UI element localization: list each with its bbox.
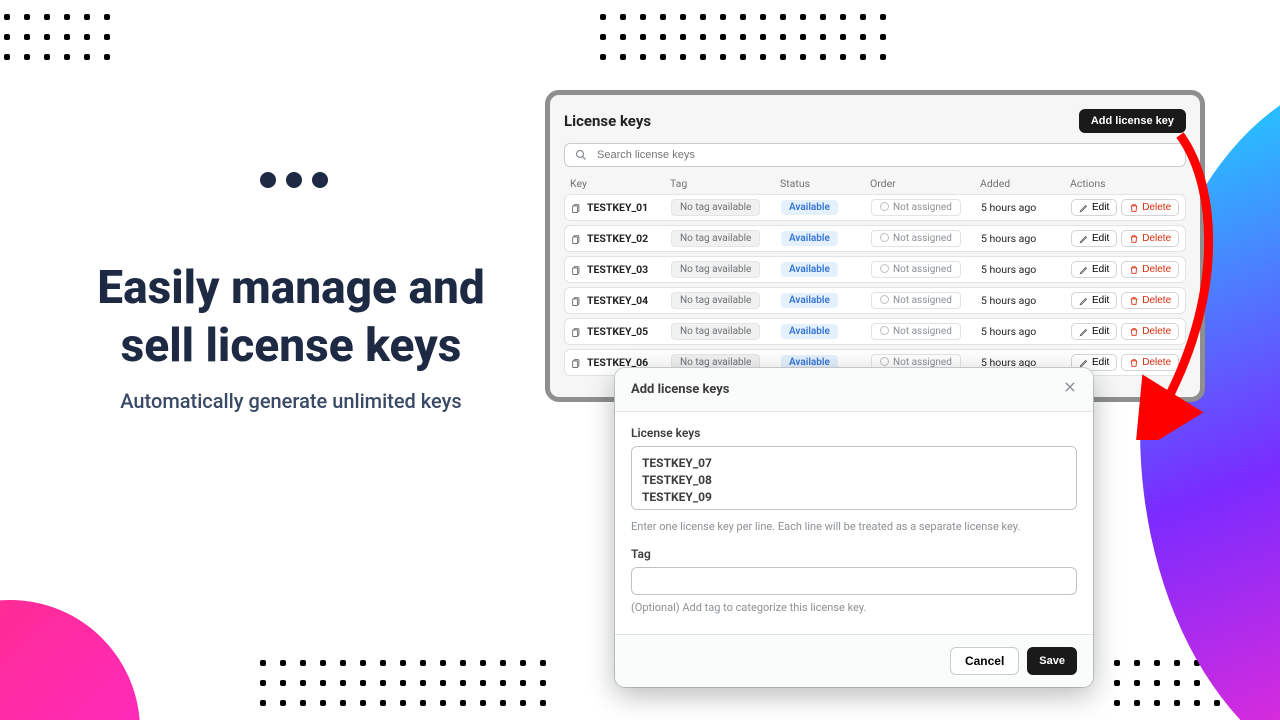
decor-dots-bl (260, 660, 546, 706)
added-text: 5 hours ago (981, 232, 1071, 245)
clipboard-icon[interactable] (571, 295, 581, 307)
clipboard-icon[interactable] (571, 357, 581, 369)
close-icon (1063, 380, 1077, 394)
trash-icon (1129, 296, 1139, 306)
tag-pill: No tag available (671, 261, 760, 278)
panel-title: License keys (564, 112, 651, 130)
edit-button[interactable]: Edit (1071, 292, 1117, 309)
key-cell: TESTKEY_03 (571, 263, 671, 276)
modal-close-button[interactable] (1063, 380, 1077, 399)
col-actions: Actions (1070, 177, 1200, 190)
save-button[interactable]: Save (1027, 647, 1077, 675)
col-added: Added (980, 177, 1070, 190)
pencil-icon (1079, 203, 1089, 213)
table-row: TESTKEY_01 No tag available Available Not a… (564, 194, 1186, 221)
table-row: TESTKEY_05 No tag available Available Not a… (564, 318, 1186, 345)
edit-button[interactable]: Edit (1071, 323, 1117, 340)
trash-icon (1129, 327, 1139, 337)
pencil-icon (1079, 327, 1089, 337)
col-status: Status (780, 177, 870, 190)
clipboard-icon[interactable] (571, 202, 581, 214)
pencil-icon (1079, 358, 1089, 368)
decor-pink-blob (0, 600, 140, 720)
added-text: 5 hours ago (981, 201, 1071, 214)
order-pill: Not assigned (871, 261, 961, 278)
key-cell: TESTKEY_04 (571, 294, 671, 307)
key-text: TESTKEY_02 (587, 232, 648, 245)
col-tag: Tag (670, 177, 780, 190)
order-pill: Not assigned (871, 230, 961, 247)
tag-pill: No tag available (671, 230, 760, 247)
added-text: 5 hours ago (981, 325, 1071, 338)
status-pill: Available (781, 200, 838, 215)
table-body: TESTKEY_01 No tag available Available Not a… (564, 194, 1186, 376)
col-key: Key (570, 177, 670, 190)
key-text: TESTKEY_01 (587, 201, 648, 214)
status-pill: Available (781, 262, 838, 277)
trash-icon (1129, 234, 1139, 244)
hero-title: Easily manage and sell license keys (56, 260, 526, 375)
status-pill: Available (781, 324, 838, 339)
search-input[interactable] (595, 148, 1175, 162)
add-license-key-button[interactable]: Add license key (1079, 109, 1186, 133)
col-order: Order (870, 177, 980, 190)
hero-copy: Easily manage and sell license keys Auto… (56, 260, 526, 413)
key-text: TESTKEY_03 (587, 263, 648, 276)
delete-button[interactable]: Delete (1121, 323, 1179, 340)
clipboard-icon[interactable] (571, 233, 581, 245)
tag-pill: No tag available (671, 323, 760, 340)
pencil-icon (1079, 296, 1089, 306)
hero-subtitle: Automatically generate unlimited keys (56, 389, 526, 413)
search-icon (575, 149, 587, 161)
trash-icon (1129, 358, 1139, 368)
clipboard-icon[interactable] (571, 326, 581, 338)
delete-button[interactable]: Delete (1121, 230, 1179, 247)
license-keys-label: License keys (631, 426, 1077, 440)
tag-input[interactable] (631, 567, 1077, 595)
key-text: TESTKEY_04 (587, 294, 648, 307)
order-pill: Not assigned (871, 323, 961, 340)
tag-pill: No tag available (671, 292, 760, 309)
search-wrapper[interactable] (564, 143, 1186, 167)
trash-icon (1129, 203, 1139, 213)
decor-dots-tc (600, 14, 886, 60)
added-text: 5 hours ago (981, 294, 1071, 307)
decor-ellipsis (260, 172, 328, 188)
delete-button[interactable]: Delete (1121, 261, 1179, 278)
key-cell: TESTKEY_02 (571, 232, 671, 245)
license-keys-textarea[interactable] (631, 446, 1077, 510)
delete-button[interactable]: Delete (1121, 292, 1179, 309)
edit-button[interactable]: Edit (1071, 261, 1117, 278)
table-row: TESTKEY_02 No tag available Available Not a… (564, 225, 1186, 252)
delete-button[interactable]: Delete (1121, 354, 1179, 371)
pencil-icon (1079, 234, 1089, 244)
order-pill: Not assigned (871, 199, 961, 216)
license-keys-hint: Enter one license key per line. Each lin… (631, 520, 1077, 533)
modal-title: Add license keys (631, 382, 729, 397)
license-keys-panel: License keys Add license key Key Tag Sta… (545, 90, 1205, 402)
delete-button[interactable]: Delete (1121, 199, 1179, 216)
edit-button[interactable]: Edit (1071, 230, 1117, 247)
status-pill: Available (781, 231, 838, 246)
add-license-keys-modal: Add license keys License keys Enter one … (615, 368, 1093, 687)
table-header: Key Tag Status Order Added Actions (564, 173, 1186, 194)
table-row: TESTKEY_03 No tag available Available Not a… (564, 256, 1186, 283)
order-pill: Not assigned (871, 292, 961, 309)
edit-button[interactable]: Edit (1071, 199, 1117, 216)
tag-hint: (Optional) Add tag to categorize this li… (631, 601, 1077, 614)
tag-label: Tag (631, 547, 1077, 561)
decor-dots-tl (4, 14, 110, 60)
added-text: 5 hours ago (981, 263, 1071, 276)
key-text: TESTKEY_05 (587, 325, 648, 338)
tag-pill: No tag available (671, 199, 760, 216)
key-cell: TESTKEY_05 (571, 325, 671, 338)
key-cell: TESTKEY_01 (571, 201, 671, 214)
cancel-button[interactable]: Cancel (950, 647, 1019, 675)
status-pill: Available (781, 293, 838, 308)
trash-icon (1129, 265, 1139, 275)
pencil-icon (1079, 265, 1089, 275)
clipboard-icon[interactable] (571, 264, 581, 276)
table-row: TESTKEY_04 No tag available Available Not a… (564, 287, 1186, 314)
